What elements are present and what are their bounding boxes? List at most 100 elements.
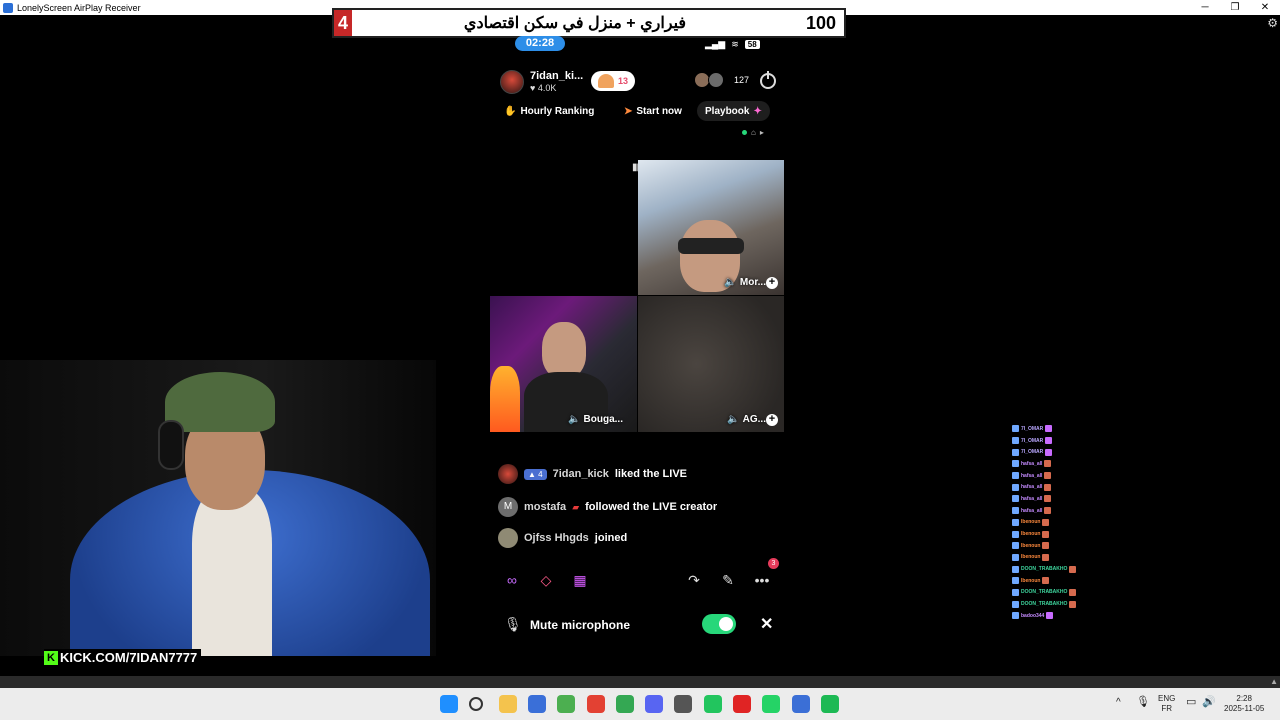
feed-avatar: M — [498, 497, 518, 517]
store-icon[interactable] — [527, 695, 546, 713]
multi-guest-icon[interactable]: ∞ — [500, 568, 524, 592]
youtube-icon[interactable] — [733, 695, 751, 713]
kick-logo-icon: K — [44, 650, 58, 665]
apps-grid-icon[interactable]: ▦ — [568, 568, 592, 592]
level-number: 4 — [538, 469, 543, 479]
chat-emote-icon — [1069, 588, 1077, 596]
link-guest-icon[interactable]: ◇ — [534, 568, 558, 592]
horizontal-scrollbar[interactable]: ▲ — [0, 676, 1280, 688]
whatsapp-icon[interactable] — [762, 695, 781, 713]
minimize-button[interactable]: ─ — [1190, 0, 1220, 15]
chevron-right-icon[interactable]: ▸ — [760, 128, 764, 137]
playbook-label: Playbook — [705, 105, 750, 117]
window-title: LonelyScreen AirPlay Receiver — [17, 2, 141, 13]
chat-badge-icon — [1012, 600, 1019, 608]
chat-line: DOON_TRABAKHO — [1012, 598, 1082, 610]
start-now-chip[interactable]: ➤ Start now — [618, 101, 688, 121]
chrome-icon[interactable] — [586, 695, 605, 713]
guest-face — [542, 322, 586, 378]
clock-time: 2:28 — [1236, 694, 1252, 703]
obs-icon[interactable] — [674, 695, 693, 713]
chat-line: 7I_OMAR — [1012, 423, 1082, 435]
guest-tile[interactable]: 🔈 Mor... + — [638, 160, 784, 295]
scroll-up-arrow-icon[interactable]: ▲ — [1270, 676, 1278, 688]
guest-tile[interactable]: 🔈 Bouga... — [490, 296, 637, 432]
chat-badge-icon — [1012, 437, 1019, 445]
close-window-button[interactable]: ✕ — [1250, 0, 1280, 15]
host-avatar[interactable] — [500, 70, 524, 94]
feed-user[interactable]: 7idan_kick — [553, 468, 609, 480]
chat-badge-icon — [1012, 472, 1019, 480]
playbook-chip[interactable]: Playbook ✦ — [697, 101, 770, 121]
flame-icon — [490, 366, 520, 432]
volume-icon[interactable]: 🔊 — [1202, 697, 1216, 708]
banner-left-number: 4 — [334, 10, 352, 36]
wifi-icon: ≋ — [731, 39, 739, 49]
more-options-icon[interactable]: ••• — [750, 568, 774, 592]
guest-tile[interactable]: 🔈 AG... + — [638, 296, 784, 432]
share-icon[interactable]: ↷ — [682, 568, 706, 592]
rocket-icon: ➤ — [624, 105, 633, 117]
lonelyscreen-icon[interactable] — [791, 695, 810, 713]
live-controls[interactable]: ⌂ ▸ — [742, 128, 764, 137]
flag-icon: ▰ — [572, 501, 580, 512]
mute-microphone-toggle[interactable] — [702, 614, 736, 634]
clock[interactable]: 2:28 2025-11-05 — [1224, 694, 1264, 714]
like-heart-icon: ♥ — [530, 83, 536, 93]
signal-icon: ▂▄▆ — [705, 39, 726, 49]
hourly-ranking-label: Hourly Ranking — [520, 105, 595, 117]
mute-microphone-row: 🎙 Mute microphone ✕ — [504, 614, 784, 636]
spotify-icon[interactable] — [820, 695, 839, 713]
speaker-icon: 🔈 — [568, 414, 581, 425]
viewer-list[interactable]: 127 — [694, 72, 749, 88]
chat-line: Ibenoun — [1012, 517, 1082, 529]
language-indicator[interactable]: ENG FR — [1158, 694, 1175, 714]
close-icon[interactable]: ✕ — [760, 614, 773, 634]
chat-user: hafsa_all — [1021, 484, 1043, 491]
microphone-tray-icon[interactable]: 🎙 — [1136, 697, 1150, 708]
fan-heart-icon — [597, 74, 614, 88]
streamer-cap — [165, 372, 275, 432]
discord-icon[interactable] — [645, 695, 664, 713]
file-explorer-icon[interactable] — [498, 695, 517, 713]
chat-badge-icon — [1012, 553, 1019, 561]
chat-user: Ibenoun — [1021, 577, 1041, 584]
play-icon[interactable] — [703, 695, 722, 713]
feed-user[interactable]: mostafa — [524, 501, 566, 513]
layers-app-icon[interactable] — [557, 695, 576, 713]
chat-line: 7I_OMAR — [1012, 446, 1082, 458]
feed-user[interactable]: Ojfss Hhgds — [524, 532, 589, 544]
chat-user: Ibenoun — [1021, 519, 1041, 526]
chat-badge-icon — [1012, 565, 1019, 573]
battery-indicator: 58 — [744, 40, 760, 49]
home-icon[interactable]: ⌂ — [751, 128, 756, 137]
hourly-ranking-chip[interactable]: ✋ Hourly Ranking — [498, 101, 600, 121]
windows-start-icon[interactable] — [440, 695, 458, 713]
tray-caret-icon[interactable]: ^ — [1116, 698, 1121, 708]
add-guest-icon[interactable]: + — [766, 414, 778, 426]
power-icon[interactable] — [760, 71, 776, 89]
playbook-icon: ✦ — [753, 105, 762, 117]
chat-emote-icon — [1044, 483, 1052, 491]
chat-line: DOON_TRABAKHO — [1012, 587, 1082, 599]
chat-emote-icon — [1042, 577, 1050, 585]
guest-name: AG... — [742, 414, 766, 425]
chrome-profile-icon[interactable] — [615, 695, 634, 713]
host-profile[interactable]: 7idan_ki... ♥ 4.0K — [500, 68, 583, 96]
guest-name: Bouga... — [583, 414, 623, 425]
maximize-button[interactable]: ❐ — [1220, 0, 1250, 15]
chat-badge-icon — [1012, 518, 1019, 526]
chat-badge-icon — [1012, 460, 1019, 468]
gear-icon[interactable]: ⚙ — [1267, 16, 1278, 30]
chat-emote-icon — [1042, 530, 1050, 538]
feed-item: ▲ 4 7idan_kick liked the LIVE — [498, 464, 687, 484]
chat-line: DOON_TRABAKHO — [1012, 563, 1082, 575]
host-likes: 4.0K — [537, 83, 557, 93]
chat-line: Ibenoun — [1012, 552, 1082, 564]
chat-user: hafsa_all — [1021, 507, 1043, 514]
viewer-avatar — [708, 72, 724, 88]
add-guest-icon[interactable]: + — [766, 277, 778, 289]
fan-club-button[interactable]: 13 — [591, 71, 635, 91]
edit-wand-icon[interactable]: ✎ — [716, 568, 740, 592]
network-icon[interactable]: ▭ — [1186, 697, 1196, 708]
